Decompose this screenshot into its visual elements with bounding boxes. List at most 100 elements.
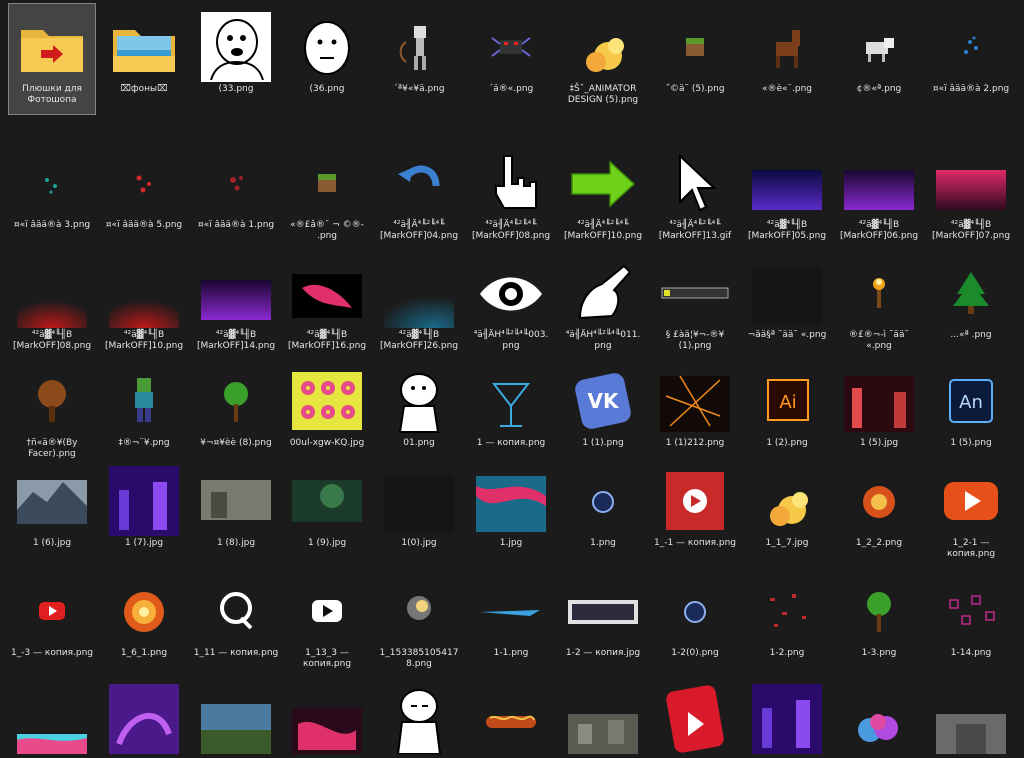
file-thumbnail <box>109 576 179 646</box>
file-thumbnail <box>844 148 914 218</box>
file-thumbnail <box>476 684 546 754</box>
file-name: 1 (7).jpg <box>124 538 164 548</box>
file-grid: Плюшки для Фотошопа ⌧фоны⌧ (33.png (36.png ´… <box>0 0 1024 755</box>
file-name: ⁴²ä▓⁴╙╢B [MarkOFF]16.png <box>287 330 367 351</box>
file-name: 1 (5).png <box>950 438 992 448</box>
file-name: 1 (2).png <box>766 438 808 448</box>
file-name: ´ä®«.png <box>488 84 534 94</box>
file-thumbnail <box>201 684 271 754</box>
file-thumbnail <box>476 576 546 646</box>
file-name: ⁴²ä▓⁴╙╢B [MarkOFF]26.png <box>379 330 459 351</box>
file-name: ⁴²ä▓⁴╙╢B [MarkOFF]07.png <box>931 220 1011 241</box>
file-thumbnail <box>384 258 454 328</box>
file-name: †ñ«ä®¥(By Facer).png <box>26 438 78 459</box>
file-name: ⁴²ä╢Ä⁴╙²╙⁴╙ [MarkOFF]10.png <box>563 220 643 241</box>
file-thumbnail <box>384 576 454 646</box>
file-thumbnail <box>384 466 454 536</box>
file-thumbnail <box>844 466 914 536</box>
file-name: 1 (6).jpg <box>32 538 72 548</box>
file-thumbnail <box>109 684 179 754</box>
file-name: ⁴²ä╢Ä⁴╙²╙⁴╙ [MarkOFF]13.gif <box>658 220 732 241</box>
file-thumbnail <box>476 258 546 328</box>
file-name: «®£â®¯ ¬ ©®- .png <box>290 220 364 241</box>
file-thumbnail <box>384 684 454 755</box>
file-thumbnail <box>476 148 546 218</box>
file-thumbnail <box>660 576 730 646</box>
file-name: 1 (1).png <box>582 438 624 448</box>
file-name: ⁴²ä▓⁴╙╢B [MarkOFF]14.png <box>196 330 276 351</box>
file-thumbnail <box>201 12 271 82</box>
file-thumbnail: VK <box>568 366 638 436</box>
file-name: ¤«ï âää®à 1.png <box>197 220 275 230</box>
file-thumbnail <box>568 12 638 82</box>
file-name: ⁴ä╢ÄH⁴╙²╙⁴╙003. png <box>473 330 549 351</box>
file-thumbnail <box>17 684 87 754</box>
file-name: 1_11 — копия.png <box>193 648 279 658</box>
file-thumbnail <box>476 366 546 436</box>
file-thumbnail <box>936 12 1006 82</box>
file-name: ®£®¬-ì ˜ää˜ «.png <box>849 330 909 351</box>
file-thumbnail <box>201 466 271 536</box>
file-thumbnail <box>936 684 1006 754</box>
file-thumbnail <box>476 12 546 82</box>
file-name: ⁴²ä▓⁴╙╢B [MarkOFF]10.png <box>104 330 184 351</box>
file-name: 1_2-1 — копия.png <box>946 538 996 559</box>
file-name: ⁴ä╢ÄH⁴╙²╙⁴╙011. png <box>565 330 641 351</box>
file-name: 1-2(0).png <box>671 648 719 658</box>
file-name: ⌧фоны⌧ <box>120 84 168 94</box>
file-name: ¤«ï âää®à 3.png <box>13 220 91 230</box>
file-name: ‡®¬¨¥.png <box>118 438 170 448</box>
file-thumbnail <box>844 366 914 436</box>
file-thumbnail <box>384 12 454 82</box>
file-name: 01.png <box>403 438 435 448</box>
file-thumbnail <box>568 684 638 754</box>
file-name: 1(0).jpg <box>401 538 437 548</box>
file-name: ⁴²ä╢Ä⁴╙²╙⁴╙ [MarkOFF]08.png <box>471 220 551 241</box>
file-thumbnail <box>201 576 271 646</box>
folder-item[interactable]: Плюшки для Фотошопа <box>8 3 96 115</box>
file-thumbnail <box>660 466 730 536</box>
file-name: ⁴²ä╢Ä⁴╙²╙⁴╙ [MarkOFF]04.png <box>379 220 459 241</box>
file-thumbnail <box>292 684 362 754</box>
file-thumbnail <box>109 466 179 536</box>
file-thumbnail <box>936 258 1006 328</box>
file-thumbnail <box>17 258 87 328</box>
file-name: 1-2 — копия.jpg <box>565 648 641 658</box>
file-name: ¬ää§ª ˜ää˜ «.png <box>747 330 827 340</box>
file-name: 1_6_1.png <box>120 648 168 658</box>
file-name: ¥¬¤¥èè (8).png <box>200 438 272 448</box>
file-name: 1 (5).jpg <box>859 438 899 448</box>
file-thumbnail <box>660 258 730 328</box>
file-thumbnail <box>568 148 638 218</box>
file-name: ˝©ä˜ (5).png <box>665 84 725 94</box>
file-name: 1.png <box>590 538 616 548</box>
file-thumbnail <box>17 12 87 82</box>
file-thumbnail <box>936 576 1006 646</box>
file-thumbnail <box>844 258 914 328</box>
file-name: § £àä¦¥¬-®¥ (1).png <box>665 330 725 351</box>
file-thumbnail <box>17 576 87 646</box>
file-name: 1 (1)212.png <box>665 438 725 448</box>
svg-text:VK: VK <box>588 389 620 413</box>
file-thumbnail <box>384 366 454 436</box>
file-thumbnail <box>201 148 271 218</box>
file-name: ¤«ï âää®à 2.png <box>932 84 1010 94</box>
file-name: 1_13_3 — копия.png <box>302 648 352 669</box>
file-thumbnail <box>844 12 914 82</box>
file-thumbnail <box>568 466 638 536</box>
file-thumbnail <box>109 366 179 436</box>
file-thumbnail <box>292 148 362 218</box>
file-thumbnail <box>752 148 822 218</box>
file-thumbnail <box>109 148 179 218</box>
file-thumbnail <box>292 12 362 82</box>
file-thumbnail <box>752 466 822 536</box>
file-name: 1 — копия.png <box>476 438 546 448</box>
file-thumbnail <box>17 466 87 536</box>
file-thumbnail <box>752 258 822 328</box>
file-name: ...«ª .png <box>950 330 992 340</box>
file-name: ⁴²ä▓⁴╙╢B [MarkOFF]05.png <box>747 220 827 241</box>
file-name: «®è«¨­.png <box>761 84 813 94</box>
file-name: ‡Šˆ_ANIMATOR DESIGN (5).png <box>567 84 639 105</box>
file-thumbnail <box>109 258 179 328</box>
file-thumbnail <box>844 684 914 754</box>
